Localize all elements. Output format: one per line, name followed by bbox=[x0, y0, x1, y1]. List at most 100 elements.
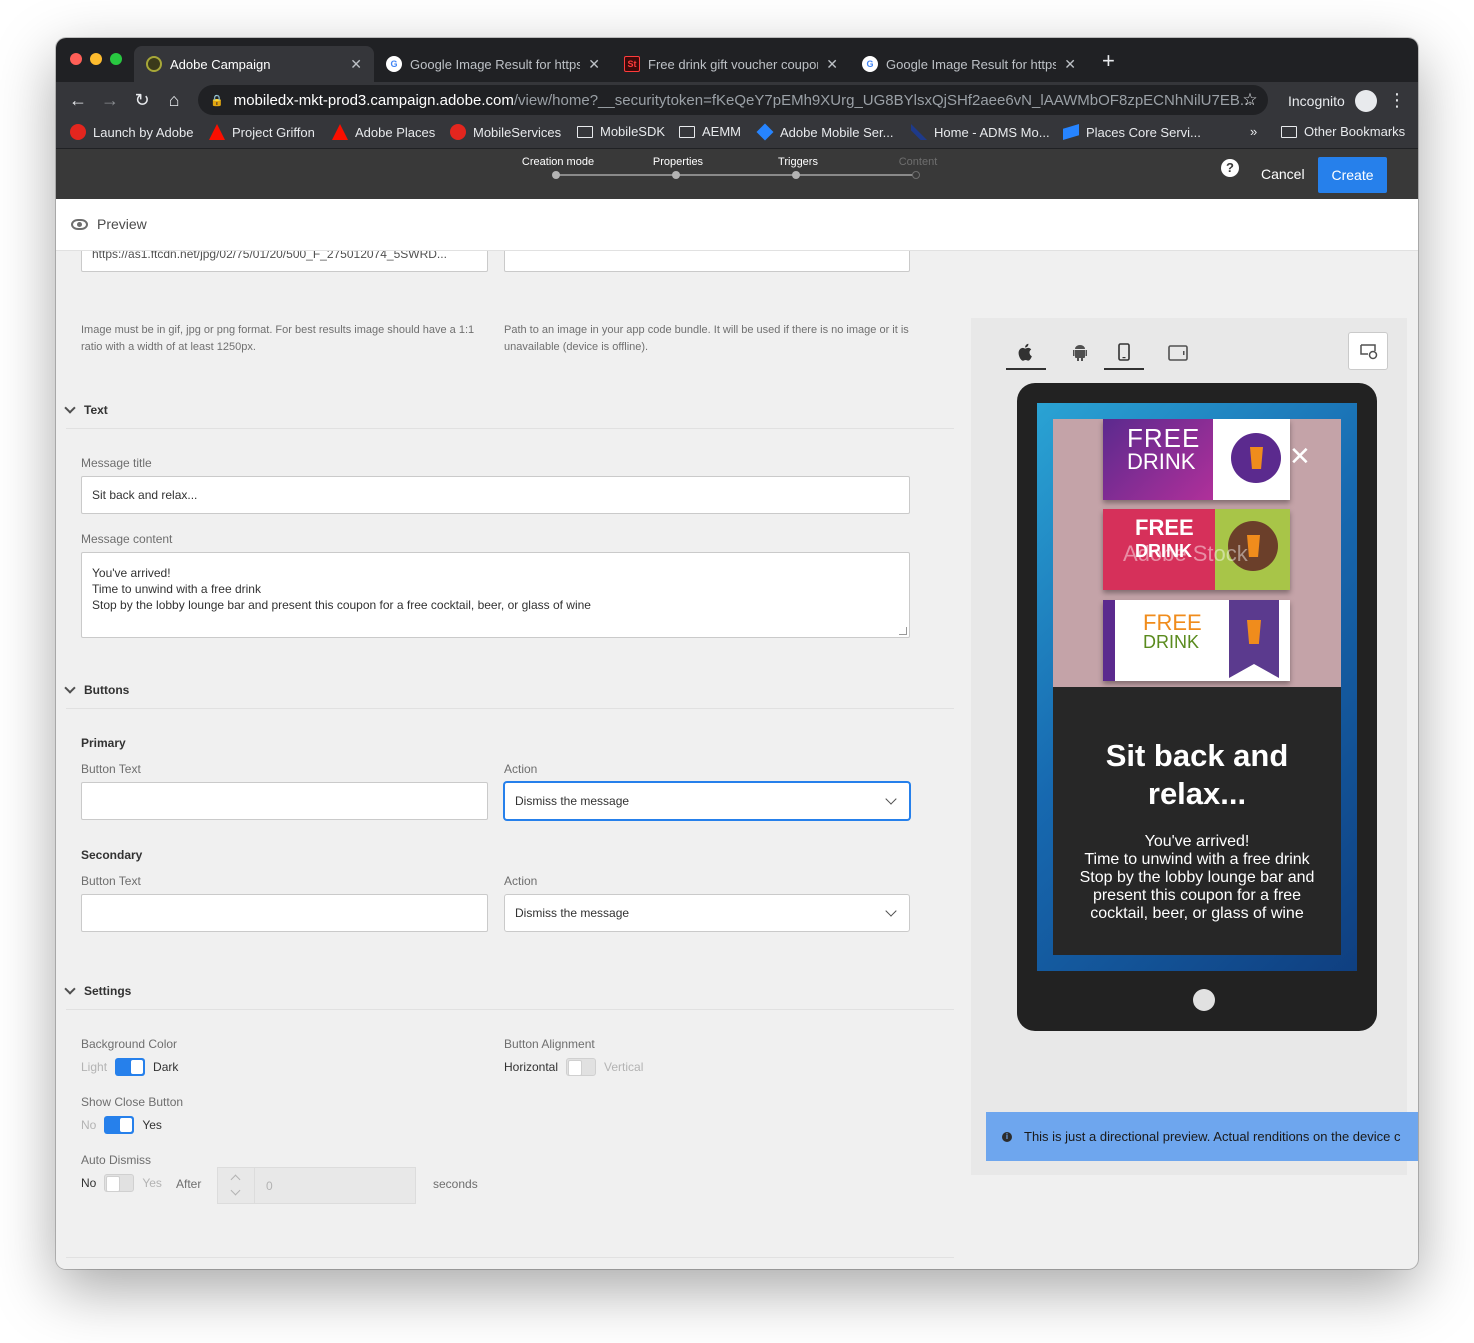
bookmark-places-core[interactable]: Places Core Servi... bbox=[1063, 124, 1201, 140]
drink-icon bbox=[1231, 433, 1281, 483]
forward-arrow-icon[interactable]: → bbox=[98, 88, 122, 112]
close-window-button[interactable] bbox=[70, 53, 82, 65]
secondary-action-label: Action bbox=[504, 874, 538, 888]
show-close-toggle[interactable] bbox=[104, 1116, 135, 1134]
platform-tab-ios[interactable] bbox=[1006, 336, 1046, 370]
primary-button-text-input[interactable] bbox=[81, 782, 488, 820]
url-path: /view/home?__securitytoken=fKeQeY7pEMh9X… bbox=[513, 91, 1253, 109]
device-preview-panel: FREE DRINK FREE DRINK Adobe Stock FREE D… bbox=[971, 318, 1407, 1175]
reload-icon[interactable]: ↻ bbox=[130, 88, 154, 112]
primary-action-label: Action bbox=[504, 762, 538, 776]
message-close-icon[interactable]: ✕ bbox=[1289, 443, 1311, 469]
section-title: Buttons bbox=[84, 683, 130, 697]
device-home-button bbox=[1193, 989, 1215, 1011]
auto-dismiss-seconds-stepper[interactable]: 0 bbox=[217, 1167, 416, 1204]
confluence-icon bbox=[911, 124, 927, 140]
buttons-section-header[interactable]: Buttons bbox=[64, 682, 130, 697]
tab-adobe-campaign[interactable]: Adobe Campaign ✕ bbox=[134, 46, 374, 82]
incognito-label: Incognito bbox=[1288, 93, 1345, 109]
create-button[interactable]: Create bbox=[1318, 157, 1387, 193]
platform-tab-android[interactable] bbox=[1060, 336, 1100, 370]
show-close-button-label: Show Close Button bbox=[81, 1095, 184, 1109]
close-icon[interactable]: ✕ bbox=[1064, 56, 1076, 73]
content-line: Time to unwind with a free drink bbox=[92, 582, 261, 596]
step-content: Content bbox=[898, 156, 938, 168]
secondary-action-select[interactable]: Dismiss the message bbox=[504, 894, 910, 932]
auto-dismiss-label: Auto Dismiss bbox=[81, 1153, 152, 1167]
bookmark-mobileservices[interactable]: MobileServices bbox=[450, 124, 561, 140]
bookmark-adobe-mobile-ser[interactable]: Adobe Mobile Ser... bbox=[756, 123, 893, 141]
step-triggers[interactable]: Triggers bbox=[748, 156, 848, 168]
message-title-value: Sit back and relax... bbox=[92, 488, 198, 502]
bookmark-adobe-places[interactable]: Adobe Places bbox=[332, 124, 435, 140]
step-dot[interactable] bbox=[792, 171, 800, 179]
section-title: Text bbox=[84, 403, 108, 417]
device-tab-phone[interactable] bbox=[1104, 336, 1144, 370]
bookmark-star-icon[interactable]: ☆ bbox=[1238, 88, 1262, 112]
bookmark-launch-by-adobe[interactable]: Launch by Adobe bbox=[70, 124, 193, 140]
content-line: You've arrived! bbox=[92, 566, 171, 580]
maximize-window-button[interactable] bbox=[110, 53, 122, 65]
address-bar[interactable]: 🔒 mobiledx-mkt-prod3.campaign.adobe.com /… bbox=[198, 85, 1268, 115]
bookmark-label: Adobe Places bbox=[355, 124, 436, 140]
stepper-arrows bbox=[218, 1168, 255, 1203]
text-section-header[interactable]: Text bbox=[64, 402, 108, 417]
cancel-button[interactable]: Cancel bbox=[1254, 157, 1312, 191]
new-tab-button[interactable]: + bbox=[1102, 50, 1115, 72]
resize-handle-icon[interactable] bbox=[899, 627, 907, 635]
background-color-toggle[interactable] bbox=[115, 1058, 146, 1076]
minimize-window-button[interactable] bbox=[90, 53, 102, 65]
content-line: Stop by the lobby lounge bar and present… bbox=[92, 598, 591, 612]
menu-kebab-icon[interactable]: ⋮ bbox=[1385, 88, 1409, 112]
coupon-white: FREE DRINK bbox=[1103, 600, 1290, 681]
home-icon[interactable]: ⌂ bbox=[162, 88, 186, 112]
tab-google-image-1[interactable]: G Google Image Result for https:/ ✕ bbox=[374, 46, 612, 82]
step-properties[interactable]: Properties bbox=[628, 156, 728, 168]
bookmark-label: Places Core Servi... bbox=[1086, 124, 1201, 140]
default-image-field[interactable] bbox=[504, 251, 910, 272]
jira-icon bbox=[756, 123, 774, 141]
coupon-purple: FREE DRINK bbox=[1103, 419, 1290, 500]
tab-google-image-2[interactable]: G Google Image Result for https:/ ✕ bbox=[850, 46, 1088, 82]
primary-action-select[interactable]: Dismiss the message bbox=[504, 782, 910, 820]
seconds-label: seconds bbox=[433, 1177, 478, 1191]
chevron-up-icon[interactable] bbox=[230, 1174, 241, 1185]
step-creation-mode[interactable]: Creation mode bbox=[508, 156, 608, 168]
switch-on-label: Dark bbox=[153, 1060, 179, 1074]
incognito-icon bbox=[1354, 90, 1377, 112]
switch-on-label: Yes bbox=[142, 1176, 162, 1190]
step-dot[interactable] bbox=[552, 171, 560, 179]
tab-free-drink[interactable]: St Free drink gift voucher coupon ✕ bbox=[612, 46, 850, 82]
step-dot[interactable] bbox=[672, 171, 680, 179]
body-line: Stop by the lobby lounge bar and present… bbox=[1079, 869, 1315, 922]
image-url-field[interactable]: https://as1.ftcdn.net/jpg/02/75/01/20/50… bbox=[81, 251, 488, 272]
close-icon[interactable]: ✕ bbox=[350, 56, 362, 73]
button-alignment-toggle[interactable] bbox=[566, 1058, 597, 1076]
back-arrow-icon[interactable]: ← bbox=[66, 88, 90, 112]
close-icon[interactable]: ✕ bbox=[826, 56, 838, 73]
close-icon[interactable]: ✕ bbox=[588, 56, 600, 73]
more-bookmarks-button[interactable]: » bbox=[1250, 124, 1257, 139]
bookmark-label: Home - ADMS Mo... bbox=[934, 124, 1050, 140]
bookmark-aemm[interactable]: AEMM bbox=[679, 124, 741, 139]
secondary-button-text-input[interactable] bbox=[81, 894, 488, 932]
message-title-input[interactable]: Sit back and relax... bbox=[81, 476, 910, 514]
preview-mode-button[interactable] bbox=[1348, 332, 1388, 370]
watermark-text: Adobe Stock bbox=[1123, 541, 1248, 566]
bookmark-project-griffon[interactable]: Project Griffon bbox=[209, 124, 315, 140]
bookmark-mobilesdk[interactable]: MobileSDK bbox=[577, 124, 665, 139]
preview-toggle-bar[interactable]: Preview bbox=[56, 199, 1418, 251]
bookmark-home-adms[interactable]: Home - ADMS Mo... bbox=[911, 124, 1050, 140]
message-content-textarea[interactable]: You've arrived! Time to unwind with a fr… bbox=[81, 552, 910, 638]
rotate-device-icon bbox=[1360, 344, 1378, 360]
eye-icon bbox=[71, 219, 88, 230]
help-icon[interactable]: ? bbox=[1221, 159, 1239, 177]
bookmark-other-bookmarks[interactable]: Other Bookmarks bbox=[1281, 124, 1405, 139]
chevron-down-icon[interactable] bbox=[230, 1185, 241, 1196]
auto-dismiss-toggle[interactable] bbox=[104, 1174, 135, 1192]
settings-section-header[interactable]: Settings bbox=[64, 983, 131, 998]
device-tab-tablet[interactable] bbox=[1158, 336, 1198, 370]
message-content-label: Message content bbox=[81, 532, 173, 546]
incognito-indicator[interactable]: Incognito bbox=[1288, 90, 1377, 112]
background-color-label: Background Color bbox=[81, 1037, 178, 1051]
